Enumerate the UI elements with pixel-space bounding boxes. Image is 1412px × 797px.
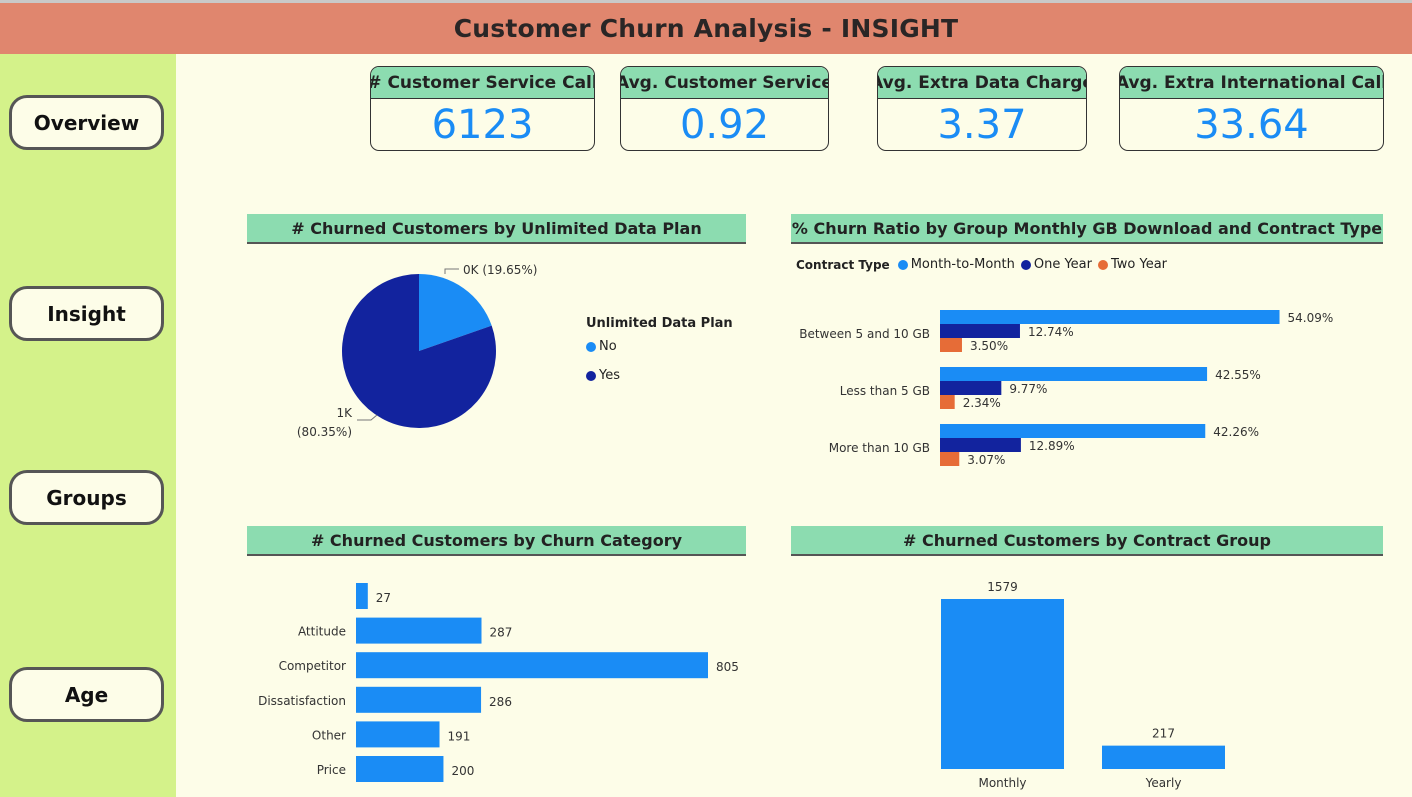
bar-data-label: 27 xyxy=(376,591,391,605)
legend-dot-icon xyxy=(586,341,596,352)
churn-ratio-chart-title: % Churn Ratio by Group Monthly GB Downlo… xyxy=(791,214,1383,244)
kpi-card-avg-customer-service: Avg. Customer Service 0.92 xyxy=(620,66,829,151)
axis-category-label: Competitor xyxy=(279,659,346,673)
bar-data-label: 3.50% xyxy=(970,339,1008,353)
contract-group-chart-title: # Churned Customers by Contract Group xyxy=(791,526,1383,556)
bar-data-label: 1579 xyxy=(987,580,1018,594)
bar-month-to-month xyxy=(940,310,1280,324)
kpi-value: 3.37 xyxy=(937,102,1027,148)
bar-data-label: 217 xyxy=(1152,727,1175,741)
bar-data-label: 2.34% xyxy=(963,396,1001,410)
header-bar: Customer Churn Analysis - INSIGHT xyxy=(0,0,1412,54)
axis-category-label: Attitude xyxy=(298,625,346,639)
bar-churn-category xyxy=(356,583,368,609)
bar-data-label: 191 xyxy=(448,729,471,743)
bar-two-year xyxy=(940,395,955,409)
legend-title: Contract Type xyxy=(796,257,890,272)
axis-category-label: Dissatisfaction xyxy=(258,694,346,708)
kpi-value: 6123 xyxy=(431,102,534,148)
bar-churn-category xyxy=(356,652,708,679)
legend-item-two-year[interactable]: Two Year xyxy=(1111,257,1167,272)
nav-overview-button[interactable]: Overview xyxy=(9,95,164,150)
bar-contract-group xyxy=(1102,745,1225,769)
bar-data-label: 42.55% xyxy=(1215,368,1261,382)
churn-category-chart: 27 287 Attitude 805 Competitor 286 Dissatisfac… xyxy=(258,583,739,782)
pie-chart: 0K (19.65%) 1K (80.35%) xyxy=(297,263,538,439)
legend-item-one-year[interactable]: One Year xyxy=(1034,257,1092,272)
nav-insight-button[interactable]: Insight xyxy=(9,286,164,341)
contract-group-chart: 1579 Monthly 217 Yearly xyxy=(941,580,1225,790)
bar-one-year xyxy=(940,324,1020,338)
churn-ratio-legend: Contract Type Month-to-Month One Year Tw… xyxy=(796,257,1167,272)
bar-month-to-month xyxy=(940,367,1208,381)
bar-churn-category xyxy=(356,756,444,782)
pie-leader-line xyxy=(444,268,459,274)
kpi-label: Avg. Extra International Call xyxy=(1120,67,1383,99)
bar-data-label: 287 xyxy=(489,626,512,640)
pie-chart-title: # Churned Customers by Unlimited Data Pl… xyxy=(247,214,746,244)
legend-dot-icon xyxy=(897,259,908,270)
pie-data-label: 0K (19.65%) xyxy=(463,263,537,277)
churn-ratio-chart: Between 5 and 10 GB 54.09% 12.74% 3.50% Less… xyxy=(799,310,1334,467)
pie-legend-item-yes[interactable]: Yes xyxy=(586,368,620,383)
legend-item-month-to-month[interactable]: Month-to-Month xyxy=(911,257,1015,272)
legend-dot-icon xyxy=(1098,259,1108,270)
pie-leader-line xyxy=(357,414,378,421)
kpi-label: # Customer Service Call xyxy=(371,67,594,99)
kpi-label: Avg. Extra Data Charge xyxy=(878,67,1086,99)
bar-data-label: 54.09% xyxy=(1288,311,1334,325)
kpi-value: 0.92 xyxy=(679,102,770,148)
bar-data-label: 200 xyxy=(451,764,474,778)
pie-legend-title: Unlimited Data Plan xyxy=(586,316,733,331)
bar-churn-category xyxy=(356,686,482,713)
bar-one-year xyxy=(940,438,1021,452)
bar-churn-category xyxy=(356,721,440,748)
legend-dot-icon xyxy=(586,370,596,381)
bar-churn-category xyxy=(356,617,482,644)
bar-data-label: 286 xyxy=(489,695,512,709)
axis-category-label: Yearly xyxy=(1145,776,1182,790)
legend-dot-icon xyxy=(1020,259,1031,270)
kpi-label: Avg. Customer Service xyxy=(621,67,828,99)
pie-data-label: 1K xyxy=(336,406,353,420)
axis-category-label: Monthly xyxy=(978,776,1026,790)
churn-category-chart-title: # Churned Customers by Churn Category xyxy=(247,526,746,556)
pie-legend-item-no[interactable]: No xyxy=(586,339,617,354)
nav-age-button[interactable]: Age xyxy=(9,667,164,722)
bar-one-year xyxy=(940,381,1002,395)
axis-category-label: More than 10 GB xyxy=(829,441,930,455)
bar-data-label: 12.89% xyxy=(1029,439,1075,453)
bar-two-year xyxy=(940,452,960,466)
bar-data-label: 3.07% xyxy=(967,453,1005,467)
bar-data-label: 12.74% xyxy=(1028,325,1074,339)
legend-label: No xyxy=(599,339,617,354)
page-title: Customer Churn Analysis - INSIGHT xyxy=(453,14,959,43)
kpi-card-avg-extra-data-charge: Avg. Extra Data Charge 3.37 xyxy=(877,66,1087,151)
bar-month-to-month xyxy=(940,424,1206,438)
axis-category-label: Price xyxy=(317,763,346,777)
bar-data-label: 805 xyxy=(716,660,739,674)
axis-category-label: Less than 5 GB xyxy=(840,384,930,398)
kpi-card-service-calls: # Customer Service Call 6123 xyxy=(370,66,595,151)
pie-data-label: (80.35%) xyxy=(297,425,352,439)
bar-data-label: 42.26% xyxy=(1213,425,1259,439)
nav-groups-button[interactable]: Groups xyxy=(9,470,164,525)
kpi-card-avg-extra-international-call: Avg. Extra International Call 33.64 xyxy=(1119,66,1384,151)
bar-contract-group xyxy=(941,599,1064,769)
legend-label: Yes xyxy=(599,368,620,383)
kpi-value: 33.64 xyxy=(1194,102,1309,148)
axis-category-label: Between 5 and 10 GB xyxy=(799,327,930,341)
bar-two-year xyxy=(940,338,962,352)
axis-category-label: Other xyxy=(312,728,346,742)
bar-data-label: 9.77% xyxy=(1009,382,1047,396)
